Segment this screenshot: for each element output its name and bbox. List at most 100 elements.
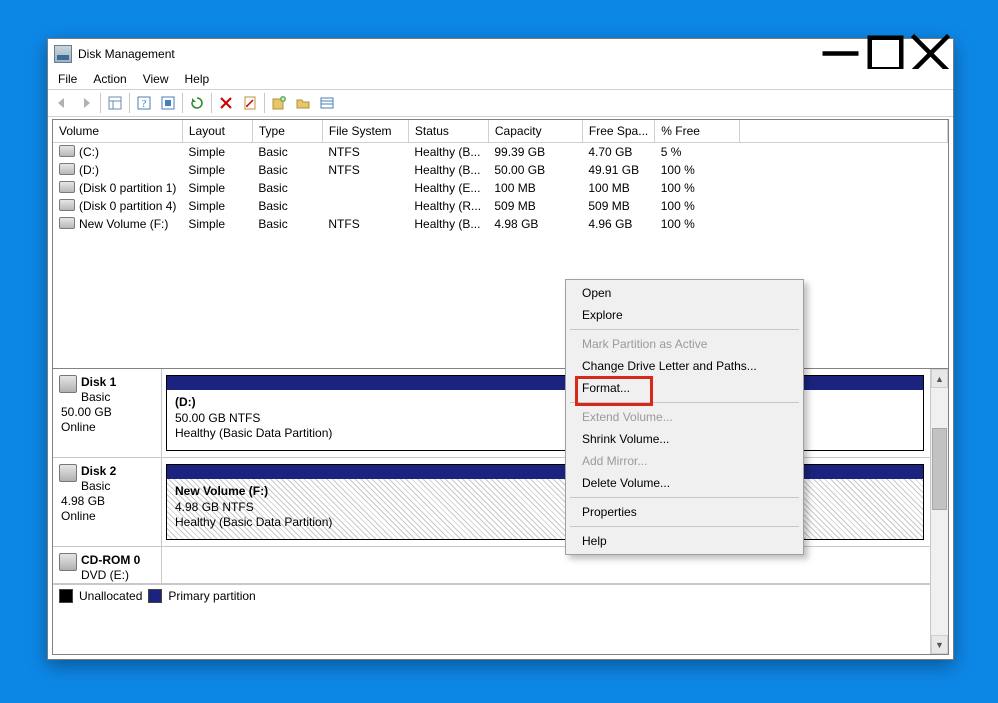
partition-header bbox=[167, 465, 923, 479]
col-layout[interactable]: Layout bbox=[182, 120, 252, 143]
context-menu-separator bbox=[570, 497, 799, 498]
cell-capacity: 4.98 GB bbox=[488, 215, 582, 233]
context-menu-item[interactable]: Open bbox=[568, 282, 801, 304]
open-folder-button[interactable] bbox=[292, 92, 314, 114]
toolbar-separator bbox=[182, 93, 183, 113]
vertical-scrollbar[interactable]: ▲ ▼ bbox=[930, 369, 948, 654]
table-row[interactable]: (C:)SimpleBasicNTFSHealthy (B...99.39 GB… bbox=[53, 143, 948, 162]
cell-capacity: 100 MB bbox=[488, 179, 582, 197]
settings-button[interactable] bbox=[157, 92, 179, 114]
partition[interactable]: (D:)50.00 GB NTFSHealthy (Basic Data Par… bbox=[166, 375, 924, 451]
menubar: File Action View Help bbox=[48, 69, 953, 89]
context-menu[interactable]: OpenExplore Mark Partition as ActiveChang… bbox=[565, 279, 804, 555]
col-file-system[interactable]: File System bbox=[322, 120, 408, 143]
toolbar-separator bbox=[100, 93, 101, 113]
menu-help[interactable]: Help bbox=[177, 70, 218, 88]
volume-table: Volume Layout Type File System Status Ca… bbox=[53, 120, 948, 233]
disk-label[interactable]: Disk 2Basic4.98 GBOnline bbox=[53, 458, 162, 546]
back-button[interactable] bbox=[51, 92, 73, 114]
col-status[interactable]: Status bbox=[408, 120, 488, 143]
col-volume[interactable]: Volume bbox=[53, 120, 182, 143]
menu-view[interactable]: View bbox=[135, 70, 177, 88]
context-menu-item[interactable]: Format... bbox=[568, 377, 801, 399]
menu-action[interactable]: Action bbox=[85, 70, 134, 88]
new-volume-button[interactable] bbox=[268, 92, 290, 114]
partition-title: New Volume (F:) bbox=[175, 484, 268, 498]
context-menu-item[interactable]: Shrink Volume... bbox=[568, 428, 801, 450]
cell-pct: 100 % bbox=[655, 215, 740, 233]
cell-status: Healthy (E... bbox=[408, 179, 488, 197]
cell-status: Healthy (B... bbox=[408, 143, 488, 162]
forward-button[interactable] bbox=[75, 92, 97, 114]
cell-capacity: 509 MB bbox=[488, 197, 582, 215]
help-button[interactable]: ? bbox=[133, 92, 155, 114]
list-view-button[interactable] bbox=[316, 92, 338, 114]
cell-type: Basic bbox=[252, 197, 322, 215]
toolbar: ? bbox=[48, 89, 953, 117]
disk-type: DVD (E:) bbox=[81, 568, 129, 582]
scroll-down-button[interactable]: ▼ bbox=[931, 635, 948, 654]
volume-icon bbox=[59, 199, 75, 211]
partition-text: New Volume (F:) 4.98 GB NTFSHealthy (Basi… bbox=[167, 479, 923, 536]
cell-pct: 100 % bbox=[655, 179, 740, 197]
col-free-space[interactable]: Free Spa... bbox=[582, 120, 654, 143]
cell-layout: Simple bbox=[182, 197, 252, 215]
partition-size: 50.00 GB NTFS bbox=[175, 411, 260, 425]
window-title: Disk Management bbox=[78, 47, 175, 61]
context-menu-item[interactable]: Properties bbox=[568, 501, 801, 523]
partition[interactable]: New Volume (F:) 4.98 GB NTFSHealthy (Basi… bbox=[166, 464, 924, 540]
cell-volume: (C:) bbox=[79, 145, 99, 159]
table-row[interactable]: New Volume (F:)SimpleBasicNTFSHealthy (B… bbox=[53, 215, 948, 233]
menu-file[interactable]: File bbox=[50, 70, 85, 88]
refresh-button[interactable] bbox=[186, 92, 208, 114]
table-row[interactable]: (Disk 0 partition 4)SimpleBasicHealthy (… bbox=[53, 197, 948, 215]
cell-capacity: 99.39 GB bbox=[488, 143, 582, 162]
titlebar: Disk Management bbox=[48, 39, 953, 69]
cell-layout: Simple bbox=[182, 143, 252, 162]
svg-text:?: ? bbox=[142, 99, 147, 110]
window-controls bbox=[818, 39, 953, 69]
partition-size: 4.98 GB NTFS bbox=[175, 500, 254, 514]
cell-volume: (D:) bbox=[79, 163, 99, 177]
scroll-up-button[interactable]: ▲ bbox=[931, 369, 948, 388]
disk-icon bbox=[59, 464, 77, 482]
partition-text: (D:)50.00 GB NTFSHealthy (Basic Data Par… bbox=[167, 390, 923, 447]
context-menu-item[interactable]: Explore bbox=[568, 304, 801, 326]
context-menu-item[interactable]: Help bbox=[568, 530, 801, 552]
legend-primary: Primary partition bbox=[168, 589, 255, 603]
context-menu-item: Mark Partition as Active bbox=[568, 333, 801, 355]
toolbar-separator bbox=[211, 93, 212, 113]
show-hide-tree-button[interactable] bbox=[104, 92, 126, 114]
scroll-thumb[interactable] bbox=[932, 428, 947, 510]
properties-button[interactable] bbox=[239, 92, 261, 114]
disk-type: Basic bbox=[81, 479, 110, 493]
col-capacity[interactable]: Capacity bbox=[488, 120, 582, 143]
disk-name: CD-ROM 0 bbox=[81, 553, 140, 568]
context-menu-item[interactable]: Change Drive Letter and Paths... bbox=[568, 355, 801, 377]
close-button[interactable] bbox=[908, 39, 953, 68]
maximize-button[interactable] bbox=[863, 39, 908, 68]
cell-layout: Simple bbox=[182, 179, 252, 197]
col-type[interactable]: Type bbox=[252, 120, 322, 143]
col-filler bbox=[740, 120, 948, 143]
disk-body bbox=[162, 547, 930, 583]
partition-status: Healthy (Basic Data Partition) bbox=[175, 515, 332, 529]
delete-button[interactable] bbox=[215, 92, 237, 114]
toolbar-separator bbox=[264, 93, 265, 113]
col-pct-free[interactable]: % Free bbox=[655, 120, 740, 143]
minimize-button[interactable] bbox=[818, 39, 863, 68]
cell-layout: Simple bbox=[182, 161, 252, 179]
volume-list[interactable]: Volume Layout Type File System Status Ca… bbox=[52, 119, 949, 369]
scroll-track[interactable] bbox=[931, 388, 948, 635]
legend-swatch-unallocated bbox=[59, 589, 73, 603]
table-header-row: Volume Layout Type File System Status Ca… bbox=[53, 120, 948, 143]
disk-label[interactable]: CD-ROM 0DVD (E:) bbox=[53, 547, 162, 583]
app-icon bbox=[54, 45, 72, 63]
disk-name: Disk 2 bbox=[81, 464, 116, 479]
table-row[interactable]: (D:)SimpleBasicNTFSHealthy (B...50.00 GB… bbox=[53, 161, 948, 179]
table-row[interactable]: (Disk 0 partition 1)SimpleBasicHealthy (… bbox=[53, 179, 948, 197]
cell-type: Basic bbox=[252, 215, 322, 233]
context-menu-item[interactable]: Delete Volume... bbox=[568, 472, 801, 494]
cell-fs: NTFS bbox=[322, 215, 408, 233]
disk-label[interactable]: Disk 1Basic50.00 GBOnline bbox=[53, 369, 162, 457]
